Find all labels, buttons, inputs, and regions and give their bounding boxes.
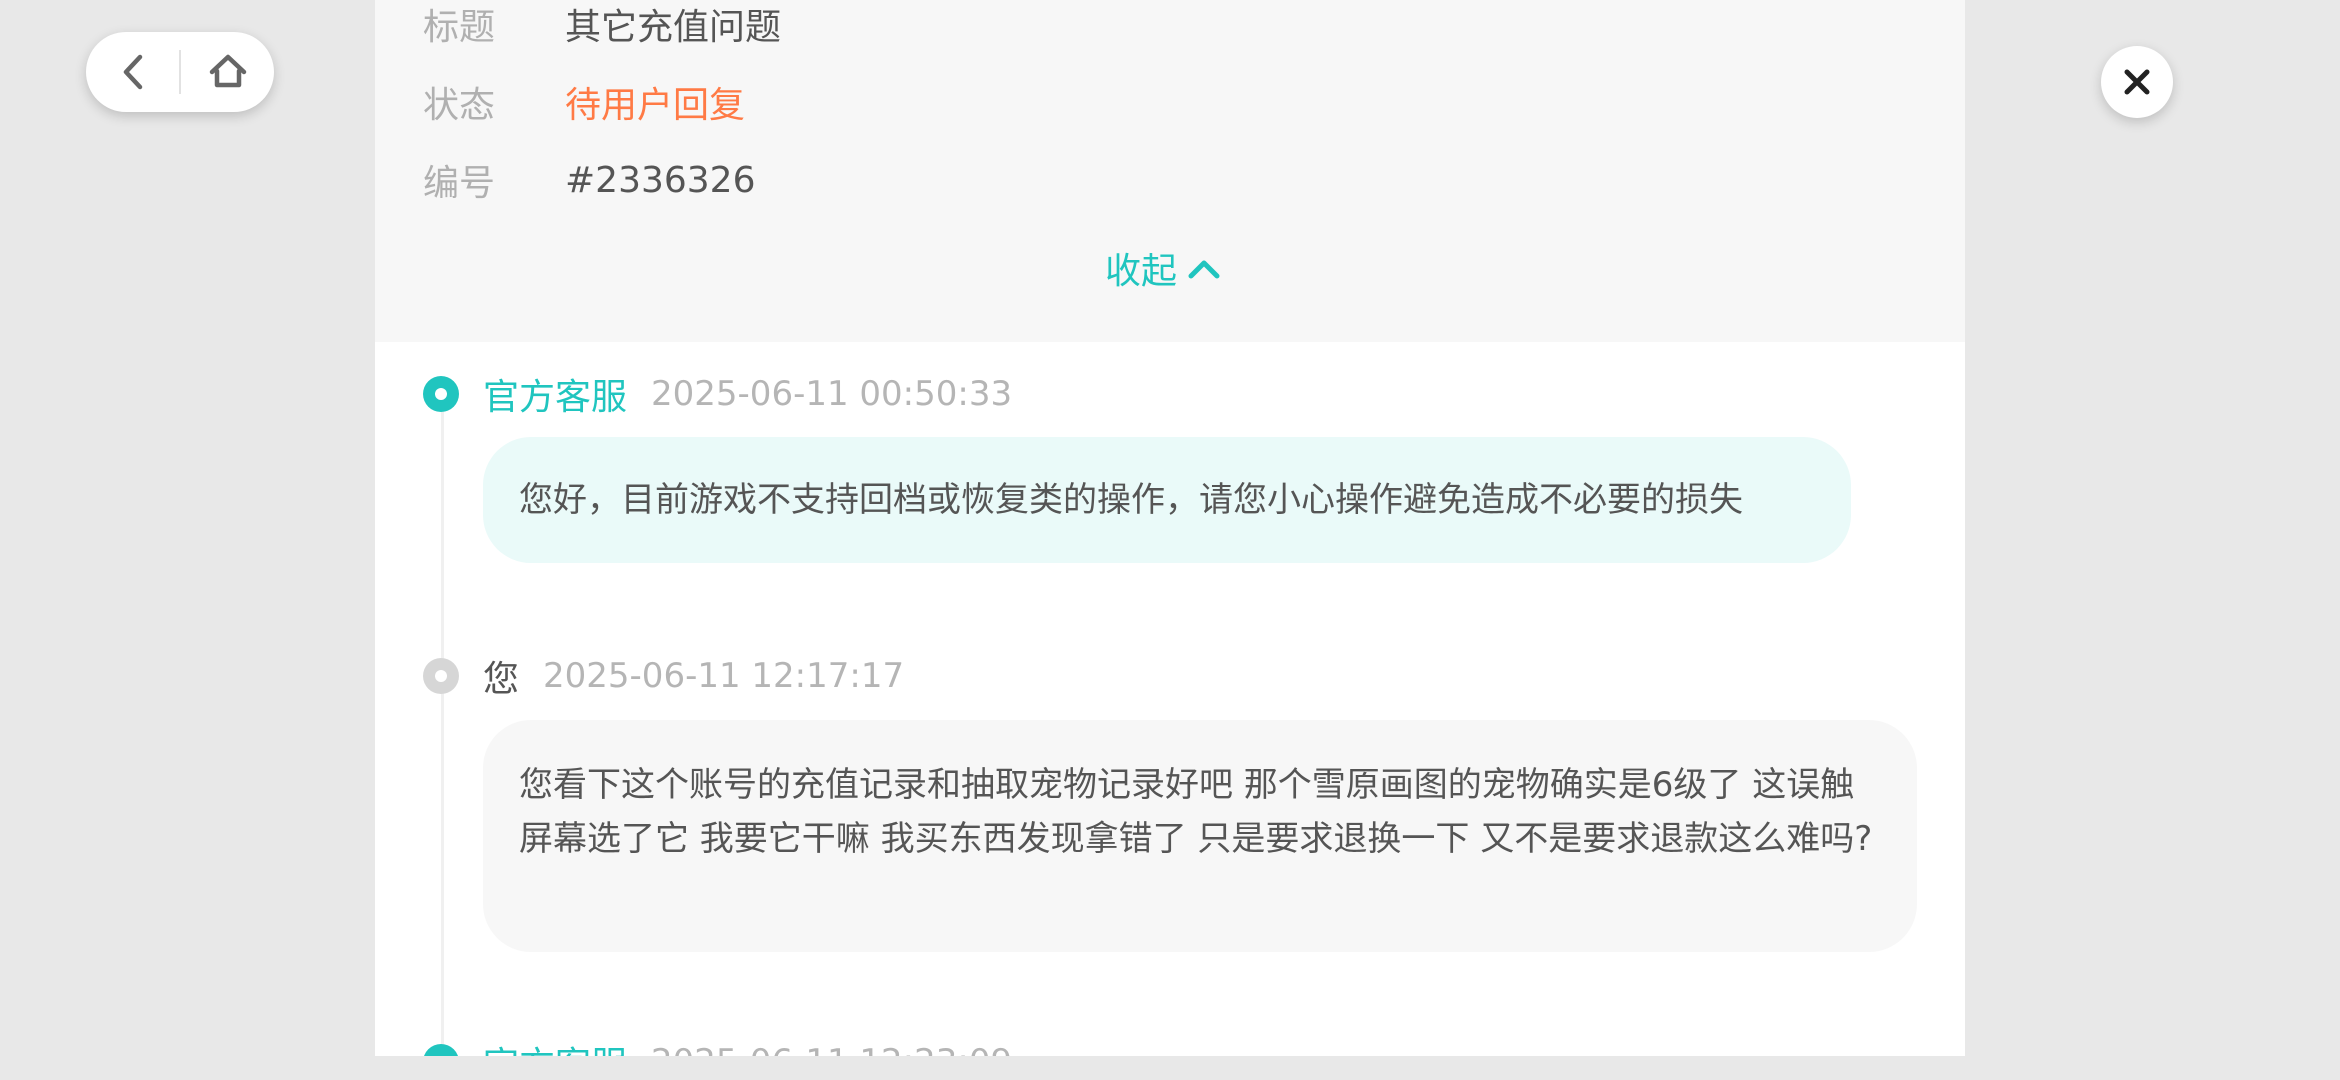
message-time: 2025-06-11 12:23:09: [651, 1042, 1012, 1056]
collapse-label: 收起: [1105, 251, 1178, 292]
ticket-status-row: 状态 待用户回复: [423, 72, 745, 132]
message-text: 您看下这个账号的充值记录和抽取宠物记录好吧 那个雪原画图的宠物确实是6级了 这误…: [519, 765, 1873, 859]
timeline-dot: [423, 658, 459, 694]
ticket-number-row: 编号 #2336326: [423, 150, 756, 210]
title-value: 其它充值问题: [565, 7, 782, 48]
timeline-dot: [423, 376, 459, 412]
home-icon: [209, 54, 246, 88]
timeline-line: [441, 410, 444, 1056]
close-button[interactable]: [2101, 46, 2173, 118]
message-header: 您 2025-06-11 12:17:17: [423, 650, 904, 702]
back-button[interactable]: [86, 32, 179, 112]
collapse-button[interactable]: 收起: [1105, 242, 1221, 294]
user-message-bubble: 您看下这个账号的充值记录和抽取宠物记录好吧 那个雪原画图的宠物确实是6级了 这误…: [483, 720, 1917, 952]
timeline-dot: [423, 1044, 459, 1056]
chevron-left-icon: [123, 54, 142, 90]
close-icon: [2124, 69, 2150, 95]
floating-nav-capsule: [86, 32, 274, 112]
staff-message-bubble: 您好，目前游戏不支持回档或恢复类的操作，请您小心操作避免造成不必要的损失: [483, 437, 1851, 563]
message-header: 官方客服 2025-06-11 12:23:09: [423, 1036, 1012, 1056]
message-time: 2025-06-11 12:17:17: [543, 656, 905, 696]
title-label: 标题: [423, 7, 496, 48]
home-button[interactable]: [181, 32, 274, 112]
message-time: 2025-06-11 00:50:33: [651, 374, 1013, 414]
chevron-up-icon: [1188, 260, 1220, 279]
number-label: 编号: [423, 163, 496, 204]
message-author: 您: [483, 659, 520, 700]
status-label: 状态: [423, 85, 496, 126]
ticket-title-row: 标题 其它充值问题: [423, 0, 781, 54]
number-value: #2336326: [565, 159, 756, 201]
message-author: 官方客服: [483, 1036, 627, 1056]
ticket-info-panel: 标题 其它充值问题 状态 待用户回复 编号 #2336326 收起: [375, 0, 1965, 342]
status-value: 待用户回复: [565, 85, 746, 126]
message-header: 官方客服 2025-06-11 00:50:33: [423, 368, 1012, 420]
message-text: 您好，目前游戏不支持回档或恢复类的操作，请您小心操作避免造成不必要的损失: [519, 480, 1743, 520]
message-author: 官方客服: [483, 377, 628, 418]
ticket-detail-page: 标题 其它充值问题 状态 待用户回复 编号 #2336326 收起 官方客服 2…: [375, 0, 1965, 1056]
